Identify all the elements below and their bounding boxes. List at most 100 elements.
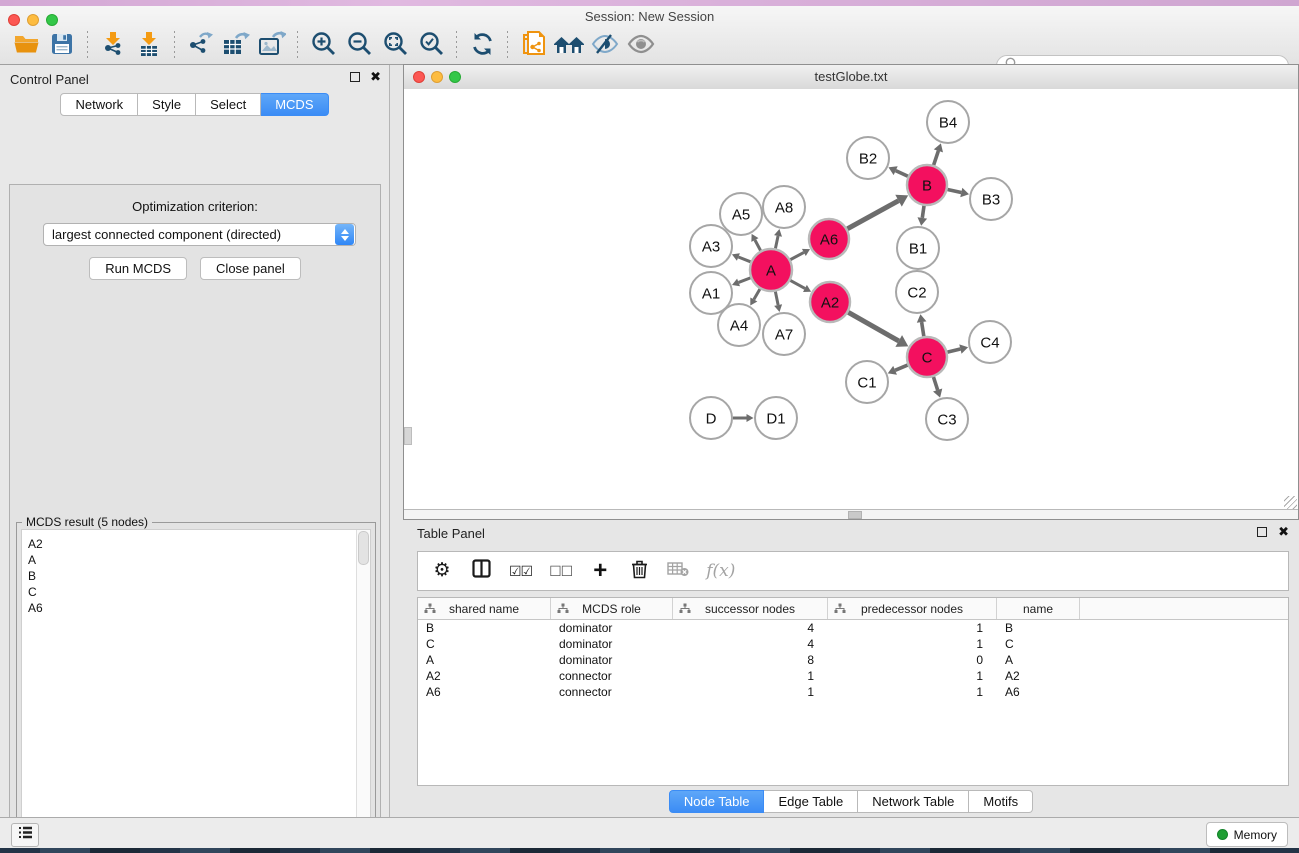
result-list-scrollbar[interactable] (356, 530, 370, 853)
float-table-panel-icon[interactable] (1257, 527, 1267, 537)
node-D[interactable]: D (690, 397, 732, 439)
mcds-result-item[interactable]: A (28, 552, 370, 568)
run-mcds-button[interactable]: Run MCDS (89, 257, 187, 280)
edge-A2-C[interactable] (848, 312, 908, 346)
task-history-button[interactable] (11, 823, 39, 847)
edge-A-A6[interactable] (790, 249, 810, 260)
node-A7[interactable]: A7 (763, 313, 805, 355)
table-settings-button[interactable]: ⚙ (431, 558, 453, 584)
tab-style[interactable]: Style (138, 93, 196, 116)
edge-A6-B[interactable] (847, 195, 908, 229)
node-A2[interactable]: A2 (810, 282, 850, 322)
mcds-result-item[interactable]: A6 (28, 600, 370, 616)
criterion-dropdown[interactable]: largest connected component (directed) (43, 223, 356, 246)
table-row[interactable]: A2connector11A2 (418, 668, 1288, 684)
node-C[interactable]: C (907, 337, 947, 377)
tab-node-table[interactable]: Node Table (669, 790, 765, 813)
zoom-out-button[interactable] (341, 30, 377, 62)
delete-table-button[interactable] (667, 558, 689, 584)
edge-C-C2[interactable] (917, 314, 927, 336)
column-header-MCDS-role[interactable]: MCDS role (551, 598, 673, 619)
zoom-fit-button[interactable] (377, 30, 413, 62)
network-canvas[interactable]: B4B2BB3A8A5A6A3B1AA1C2A2A4A7C4CC1C3DD1 (404, 89, 1298, 510)
node-A3[interactable]: A3 (690, 225, 732, 267)
scrollbar-thumb[interactable] (358, 531, 369, 565)
export-network-button[interactable] (182, 30, 218, 62)
node-B2[interactable]: B2 (847, 137, 889, 179)
node-B1[interactable]: B1 (897, 227, 939, 269)
resize-grip[interactable] (1284, 496, 1297, 509)
tab-network-table[interactable]: Network Table (858, 790, 969, 813)
function-builder-button[interactable]: f(x) (706, 558, 735, 584)
table-row[interactable]: Cdominator41C (418, 636, 1288, 652)
export-image-button[interactable] (254, 30, 290, 62)
edge-C-C1[interactable] (888, 365, 908, 375)
table-row[interactable]: A6connector11A6 (418, 684, 1288, 700)
node-C4[interactable]: C4 (969, 321, 1011, 363)
horizontal-scrollbar[interactable] (404, 509, 1298, 519)
node-A5[interactable]: A5 (720, 193, 762, 235)
node-C2[interactable]: C2 (896, 271, 938, 313)
mcds-result-item[interactable]: C (28, 584, 370, 600)
column-header-shared-name[interactable]: shared name (418, 598, 551, 619)
float-panel-icon[interactable] (350, 72, 360, 82)
edge-A-A8[interactable] (774, 229, 782, 248)
node-A4[interactable]: A4 (718, 304, 760, 346)
add-column-button[interactable]: + (589, 558, 611, 584)
import-network-button[interactable] (95, 30, 131, 62)
tab-edge-table[interactable]: Edge Table (764, 790, 858, 813)
mcds-result-item[interactable]: A2 (28, 536, 370, 552)
column-header-name[interactable]: name (997, 598, 1080, 619)
node-B3[interactable]: B3 (970, 178, 1012, 220)
edge-C-C3[interactable] (933, 377, 942, 398)
edge-A-A3[interactable] (732, 253, 751, 262)
deselect-all-button[interactable]: ☐☐ (549, 558, 572, 584)
export-table-button[interactable] (218, 30, 254, 62)
zoom-selected-button[interactable] (413, 30, 449, 62)
node-B4[interactable]: B4 (927, 101, 969, 143)
edge-A-A2[interactable] (790, 280, 811, 291)
node-A6[interactable]: A6 (809, 219, 849, 259)
apply-layout-button[interactable] (464, 30, 500, 62)
tab-motifs[interactable]: Motifs (969, 790, 1033, 813)
node-A[interactable]: A (750, 249, 792, 291)
edge-A-A5[interactable] (751, 234, 760, 251)
node-B[interactable]: B (907, 165, 947, 205)
edge-A-A1[interactable] (732, 278, 750, 286)
edge-B-B1[interactable] (917, 206, 927, 226)
edge-B-B4[interactable] (934, 143, 943, 165)
table-row[interactable]: Adominator80A (418, 652, 1288, 668)
edge-B-B2[interactable] (888, 166, 907, 176)
close-panel-icon[interactable]: ✖ (370, 72, 381, 82)
tab-select[interactable]: Select (196, 93, 261, 116)
node-D1[interactable]: D1 (755, 397, 797, 439)
node-A8[interactable]: A8 (763, 186, 805, 228)
edge-C-C4[interactable] (947, 344, 968, 353)
memory-button[interactable]: Memory (1206, 822, 1288, 847)
edge-D-D1[interactable] (733, 414, 754, 422)
first-neighbors-button[interactable] (551, 30, 587, 62)
vertical-scrollbar-thumb[interactable] (404, 427, 412, 445)
tab-mcds[interactable]: MCDS (261, 93, 328, 116)
select-all-button[interactable]: ☑☑ (509, 558, 532, 584)
node-C3[interactable]: C3 (926, 398, 968, 440)
show-graphics-details-button[interactable] (623, 30, 659, 62)
hide-selected-button[interactable] (587, 30, 623, 62)
table-row[interactable]: Bdominator41B (418, 620, 1288, 636)
node-C1[interactable]: C1 (846, 361, 888, 403)
delete-column-button[interactable] (628, 558, 650, 584)
horizontal-scrollbar-thumb[interactable] (848, 511, 862, 519)
new-network-from-selection-button[interactable] (515, 30, 551, 62)
close-table-panel-icon[interactable]: ✖ (1278, 527, 1289, 537)
mcds-result-list[interactable]: A2ABCA6 (21, 529, 371, 853)
show-columns-button[interactable] (470, 558, 492, 584)
tab-network[interactable]: Network (60, 93, 138, 116)
zoom-in-button[interactable] (305, 30, 341, 62)
network-window-titlebar[interactable]: testGlobe.txt (404, 65, 1298, 90)
open-file-button[interactable] (8, 30, 44, 62)
save-session-button[interactable] (44, 30, 80, 62)
column-header-predecessor-nodes[interactable]: predecessor nodes (828, 598, 997, 619)
edge-B-B3[interactable] (948, 188, 970, 197)
mcds-result-item[interactable]: B (28, 568, 370, 584)
column-header-successor-nodes[interactable]: successor nodes (673, 598, 828, 619)
